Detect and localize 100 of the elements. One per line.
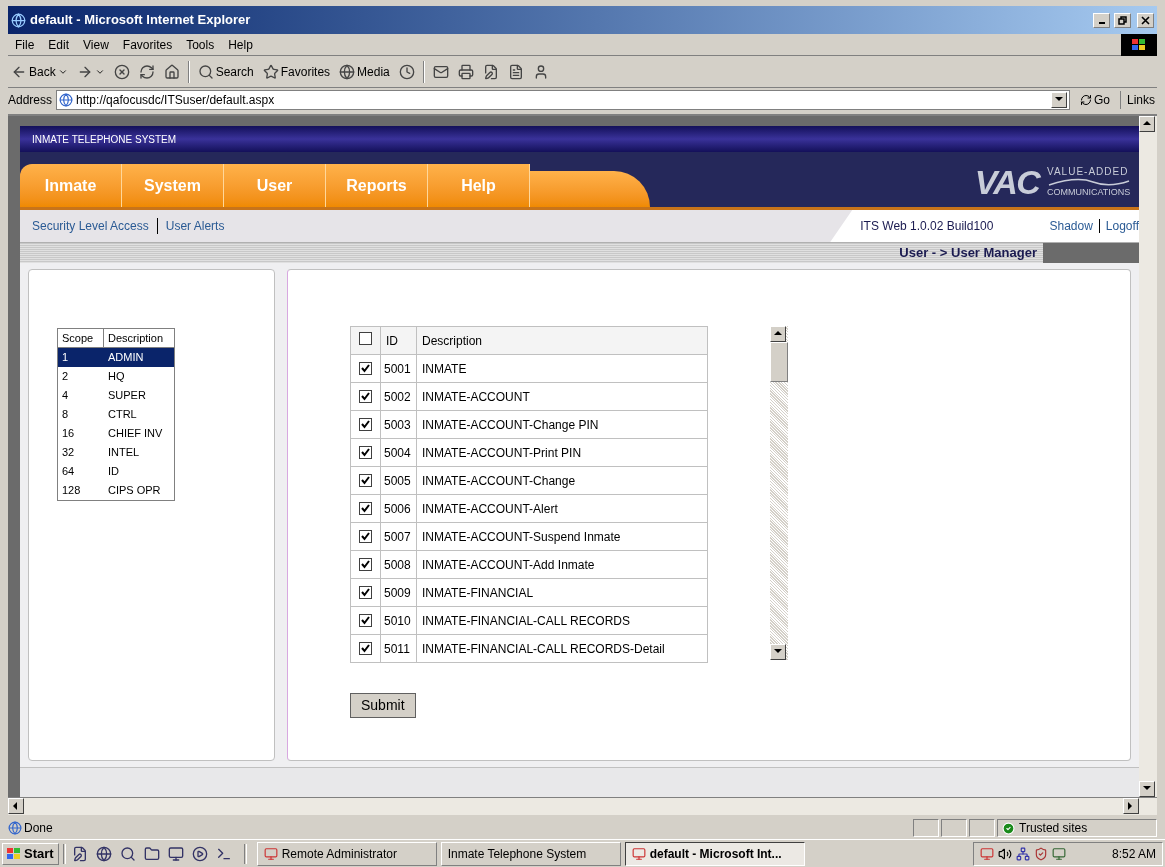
checkbox[interactable]: [359, 417, 372, 431]
toolbar-button[interactable]: Back: [8, 58, 71, 85]
folder-icon[interactable]: [143, 845, 160, 862]
scroll-down-button[interactable]: [1139, 781, 1155, 797]
checkbox[interactable]: [359, 331, 372, 345]
clock: 8:52 AM: [1111, 845, 1156, 863]
taskbar-button[interactable]: default - Microsoft Int...: [624, 841, 805, 866]
search-icon[interactable]: [119, 845, 136, 862]
scope-row[interactable]: 2 HQ: [58, 367, 174, 386]
shadow-link[interactable]: Shadow: [1049, 217, 1093, 235]
toolbar-button[interactable]: Media: [336, 58, 393, 85]
table-cell: INMATE-FINANCIAL-CALL RECORDS-Detail: [416, 634, 708, 663]
horizontal-scrollbar[interactable]: [8, 797, 1157, 815]
checkbox[interactable]: [359, 557, 372, 571]
scope-row[interactable]: 8 CTRL: [58, 405, 174, 424]
column-header: Description: [416, 326, 708, 355]
printer-icon: [457, 63, 474, 80]
scope-row[interactable]: 16 CHIEF INV: [58, 424, 174, 443]
column-header: Scope: [58, 329, 104, 347]
browser-icon[interactable]: [95, 845, 112, 862]
status-pane: [913, 819, 939, 837]
checkbox[interactable]: [359, 641, 372, 655]
page-scrollbar[interactable]: [1139, 116, 1157, 797]
table-cell: 5007: [380, 522, 417, 551]
logoff-link[interactable]: Logoff: [1105, 217, 1139, 235]
scope-row[interactable]: 64 ID: [58, 462, 174, 481]
submit-button[interactable]: Submit: [350, 693, 416, 718]
menu-item[interactable]: File: [8, 35, 42, 54]
checkbox[interactable]: [359, 613, 372, 627]
scope-row[interactable]: 4 SUPER: [58, 386, 174, 405]
checkbox[interactable]: [359, 473, 372, 487]
media-player-icon[interactable]: [191, 845, 208, 862]
status-pane: [941, 819, 967, 837]
menu-item[interactable]: Edit: [41, 35, 77, 54]
scroll-left-button[interactable]: [8, 798, 24, 814]
toolbar-button[interactable]: Search: [194, 58, 257, 85]
table-cell: 5005: [380, 466, 417, 495]
table-cell: INMATE-ACCOUNT-Suspend Inmate: [416, 522, 708, 551]
subnav-link[interactable]: User Alerts: [165, 217, 225, 235]
minimize-button[interactable]: [1093, 12, 1110, 28]
star-icon: [262, 63, 279, 80]
table-cell: 5009: [380, 578, 417, 607]
app-icon: [263, 846, 278, 861]
shield-icon[interactable]: [1034, 846, 1048, 861]
zone-text: Trusted sites: [1019, 820, 1088, 837]
address-field[interactable]: http://qafocusdc/ITSuser/default.aspx: [56, 90, 1070, 110]
breadcrumb: User - > User Manager: [899, 244, 1037, 263]
subnav-link[interactable]: Security Level Access: [32, 217, 149, 235]
table-cell: INMATE-FINANCIAL: [416, 578, 708, 607]
toolbar-button[interactable]: Favorites: [259, 58, 334, 85]
globe-icon: [339, 63, 356, 80]
home-icon: [163, 63, 180, 80]
speaker-icon[interactable]: [998, 846, 1012, 861]
status-pane: [969, 819, 995, 837]
table-cell: INMATE-FINANCIAL-CALL RECORDS: [416, 606, 708, 635]
table-cell: 5010: [380, 606, 417, 635]
menu-item[interactable]: Tools: [179, 35, 222, 54]
menu-item[interactable]: Help: [221, 35, 260, 54]
network-icon[interactable]: [1016, 846, 1030, 861]
windows-logo-icon: [1121, 33, 1157, 56]
restore-button[interactable]: [1114, 12, 1131, 28]
table-cell: INMATE: [416, 354, 708, 383]
scroll-down-button[interactable]: [770, 644, 786, 660]
taskbar-button[interactable]: Remote Administrator: [256, 841, 437, 866]
checkbox[interactable]: [359, 445, 372, 459]
scroll-up-button[interactable]: [1139, 116, 1155, 132]
scope-row[interactable]: 32 INTEL: [58, 443, 174, 462]
table-cell: 5004: [380, 438, 417, 467]
scroll-up-button[interactable]: [770, 326, 786, 342]
dropdown-button[interactable]: [1050, 92, 1067, 108]
taskbar-button[interactable]: Inmate Telephone System: [440, 841, 621, 866]
scroll-thumb[interactable]: [770, 342, 788, 382]
checkbox[interactable]: [359, 361, 372, 375]
version-text: ITS Web 1.0.02 Build100: [860, 218, 994, 235]
checkbox[interactable]: [359, 389, 372, 403]
table-cell: 5008: [380, 550, 417, 579]
go-button[interactable]: Go: [1073, 90, 1116, 110]
menu-item[interactable]: View: [76, 35, 116, 54]
links-button[interactable]: Links: [1120, 91, 1157, 109]
mail-icon: [432, 63, 449, 80]
windows-logo-icon: [7, 847, 21, 860]
menu-item[interactable]: Favorites: [115, 35, 180, 54]
scope-row[interactable]: 1 ADMIN: [58, 348, 174, 367]
checkbox[interactable]: [359, 585, 372, 599]
table-cell: 5006: [380, 494, 417, 523]
edit-icon: [482, 63, 499, 80]
column-header: ID: [380, 326, 417, 355]
scope-row[interactable]: 128 CIPS OPR: [58, 481, 174, 500]
document-icon: [507, 63, 524, 80]
go-arrow-icon: [1079, 94, 1092, 106]
checkbox[interactable]: [359, 501, 372, 515]
close-button[interactable]: [1137, 12, 1154, 28]
scroll-right-button[interactable]: [1123, 798, 1139, 814]
checkmark-icon: [1002, 821, 1015, 835]
table-cell: INMATE-ACCOUNT: [416, 382, 708, 411]
start-button[interactable]: Start: [2, 842, 59, 865]
list-scrollbar[interactable]: [770, 326, 788, 660]
close-icon: [1141, 15, 1150, 25]
display-icon[interactable]: [1052, 846, 1066, 861]
checkbox[interactable]: [359, 529, 372, 543]
